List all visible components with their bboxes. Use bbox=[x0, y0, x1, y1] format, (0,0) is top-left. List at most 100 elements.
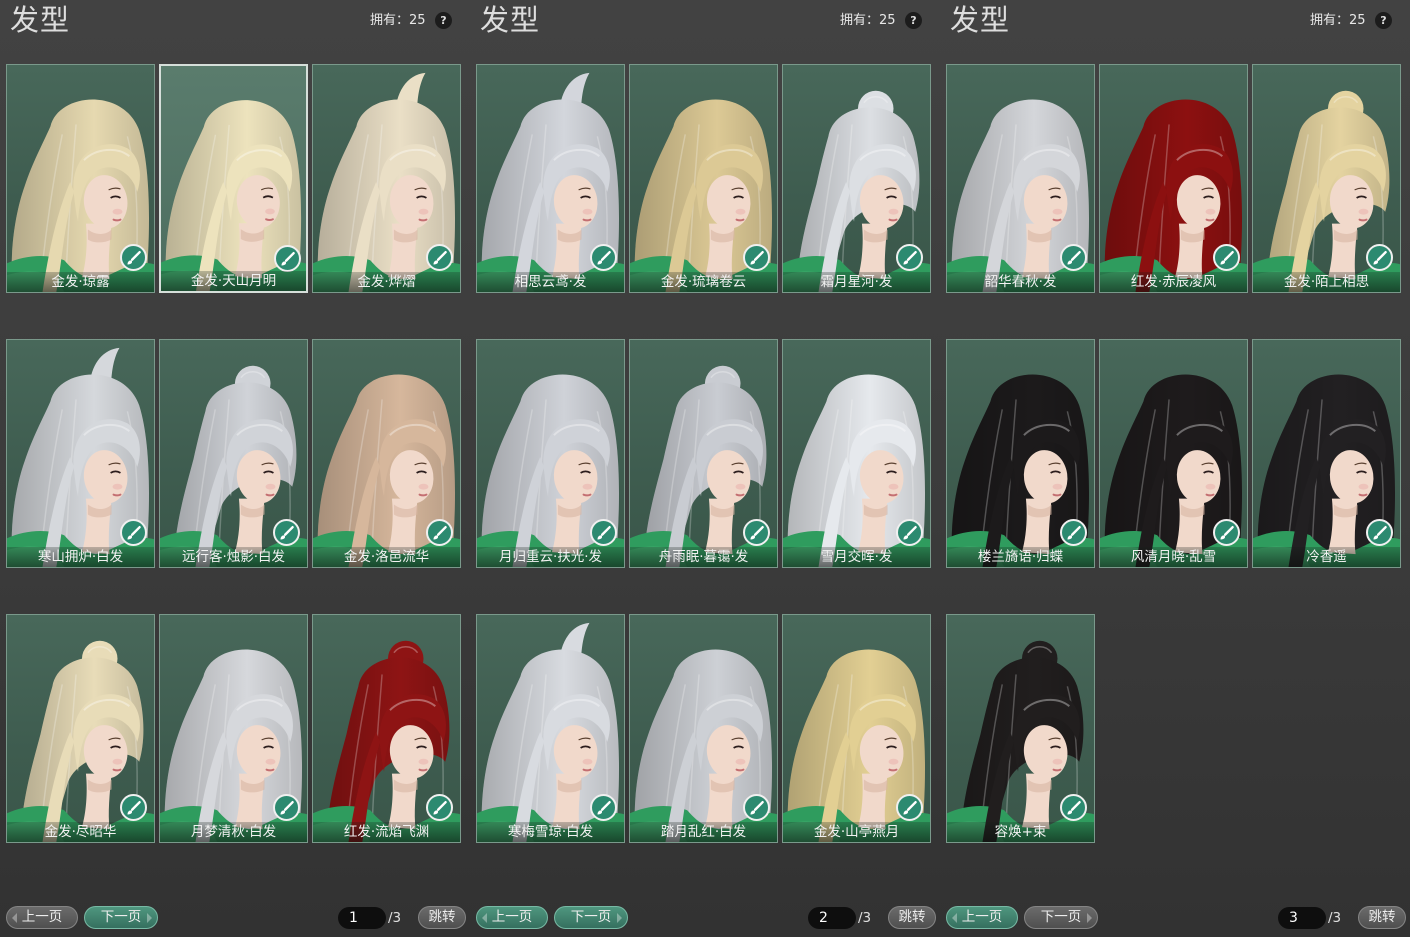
lips bbox=[888, 493, 898, 497]
brush-icon[interactable] bbox=[425, 518, 454, 547]
hairstyle-name: 月归重云·扶光·发 bbox=[477, 547, 624, 567]
brush-icon[interactable] bbox=[1212, 518, 1241, 547]
hairstyle-card[interactable]: 远行客·烛影·白发 bbox=[159, 339, 308, 568]
hairstyle-card[interactable]: 红发·赤辰凌风 bbox=[1099, 64, 1248, 293]
hairstyle-name: 月梦清秋·白发 bbox=[160, 822, 307, 842]
hairstyle-card[interactable]: 金发·天山月明 bbox=[159, 64, 308, 293]
page-number-input[interactable] bbox=[338, 907, 386, 929]
hairstyle-card[interactable]: 金发·琼露 bbox=[6, 64, 155, 293]
brush-icon[interactable] bbox=[589, 243, 618, 272]
hairstyle-card[interactable]: 霜月星河·发 bbox=[782, 64, 931, 293]
neck bbox=[234, 498, 265, 555]
hairstyle-name: 韶华春秋·发 bbox=[947, 272, 1094, 292]
brush-icon[interactable] bbox=[1212, 243, 1241, 272]
page-total: /3 bbox=[858, 910, 872, 926]
brush-icon[interactable] bbox=[895, 243, 924, 272]
hairstyle-card[interactable]: 金发·烨熠 bbox=[312, 64, 461, 293]
lips bbox=[265, 218, 274, 221]
lips bbox=[265, 493, 275, 497]
prev-page-button[interactable]: 上一页 bbox=[946, 906, 1018, 929]
hairstyle-card[interactable]: 红发·流焰飞渊 bbox=[312, 614, 461, 843]
brush-icon[interactable] bbox=[272, 793, 301, 822]
hairstyle-card[interactable]: 月归重云·扶光·发 bbox=[476, 339, 625, 568]
hairstyle-card[interactable]: 雪月交晖·发 bbox=[782, 339, 931, 568]
brush-icon[interactable] bbox=[742, 243, 771, 272]
help-button[interactable]: ? bbox=[435, 12, 452, 29]
hairstyle-card[interactable]: 楼兰旖语·归蝶 bbox=[946, 339, 1095, 568]
neck bbox=[1021, 773, 1052, 830]
help-button[interactable]: ? bbox=[1375, 12, 1392, 29]
lips bbox=[112, 768, 122, 772]
lips bbox=[418, 768, 428, 772]
hairstyle-wardrobe: 发型 拥有：25? 金发·琼露 金发·天山月明 金发·烨熠 寒山拥炉·白发 远行… bbox=[0, 0, 1410, 937]
lips bbox=[418, 493, 428, 497]
hairstyle-card[interactable]: 舟雨眠·暮霭·发 bbox=[629, 339, 778, 568]
next-page-button[interactable]: 下一页 bbox=[84, 906, 158, 929]
brush-icon[interactable] bbox=[273, 244, 302, 273]
hairstyle-card[interactable]: 月梦清秋·白发 bbox=[159, 614, 308, 843]
prev-page-button[interactable]: 上一页 bbox=[6, 906, 78, 929]
prev-page-button[interactable]: 上一页 bbox=[476, 906, 548, 929]
brush-icon[interactable] bbox=[895, 793, 924, 822]
hairstyle-card[interactable]: 金发·山亭燕月 bbox=[782, 614, 931, 843]
lips bbox=[1052, 493, 1062, 497]
hairstyle-name: 楼兰旖语·归蝶 bbox=[947, 547, 1094, 567]
brush-icon[interactable] bbox=[589, 793, 618, 822]
lips bbox=[112, 493, 122, 497]
brush-icon[interactable] bbox=[425, 793, 454, 822]
brush-icon[interactable] bbox=[742, 518, 771, 547]
lips bbox=[112, 218, 122, 222]
hairstyle-name: 踏月乱红·白发 bbox=[630, 822, 777, 842]
neck bbox=[857, 223, 888, 280]
hairstyle-name: 金发·尽昭华 bbox=[7, 822, 154, 842]
brush-icon[interactable] bbox=[425, 243, 454, 272]
page-total: /3 bbox=[1328, 910, 1342, 926]
brush-icon[interactable] bbox=[1365, 518, 1394, 547]
hairstyle-card[interactable]: 金发·琉璃卷云 bbox=[629, 64, 778, 293]
jump-button[interactable]: 跳转 bbox=[888, 906, 936, 929]
hairstyle-card[interactable]: 相思云鸢·发 bbox=[476, 64, 625, 293]
panel-title: 发型 bbox=[950, 3, 1011, 37]
jump-button[interactable]: 跳转 bbox=[418, 906, 466, 929]
hairstyle-card[interactable]: 容焕+束 bbox=[946, 614, 1095, 843]
hairstyle-card[interactable]: 风清月晓·乱雪 bbox=[1099, 339, 1248, 568]
jump-button[interactable]: 跳转 bbox=[1358, 906, 1406, 929]
owned-count: 拥有：25 bbox=[840, 13, 896, 28]
lips bbox=[735, 768, 745, 772]
next-page-button[interactable]: 下一页 bbox=[554, 906, 628, 929]
hairstyle-grid: 金发·琼露 金发·天山月明 金发·烨熠 寒山拥炉·白发 远行客·烛影·白发 金发… bbox=[6, 64, 461, 843]
brush-icon[interactable] bbox=[895, 518, 924, 547]
lips bbox=[265, 768, 275, 772]
brush-icon[interactable] bbox=[1059, 518, 1088, 547]
hairstyle-name: 金发·琼露 bbox=[7, 272, 154, 292]
brush-icon[interactable] bbox=[119, 518, 148, 547]
brush-icon[interactable] bbox=[742, 793, 771, 822]
hairstyle-card[interactable]: 寒山拥炉·白发 bbox=[6, 339, 155, 568]
hairstyle-card[interactable]: 金发·洛邑流华 bbox=[312, 339, 461, 568]
hairstyle-card[interactable]: 金发·尽昭华 bbox=[6, 614, 155, 843]
page-number-input[interactable] bbox=[1278, 907, 1326, 929]
hairstyle-name: 寒山拥炉·白发 bbox=[7, 547, 154, 567]
hairstyle-name: 冷香遥 bbox=[1253, 547, 1400, 567]
hairstyle-name: 金发·琉璃卷云 bbox=[630, 272, 777, 292]
lips bbox=[735, 493, 745, 497]
brush-icon[interactable] bbox=[272, 518, 301, 547]
hairstyle-card[interactable]: 金发·陌上相思 bbox=[1252, 64, 1401, 293]
hairstyle-card[interactable]: 寒梅雪琼·白发 bbox=[476, 614, 625, 843]
brush-icon[interactable] bbox=[119, 243, 148, 272]
lips bbox=[582, 493, 592, 497]
hairstyle-card[interactable]: 韶华春秋·发 bbox=[946, 64, 1095, 293]
brush-icon[interactable] bbox=[1059, 243, 1088, 272]
lips bbox=[735, 218, 745, 222]
brush-icon[interactable] bbox=[1365, 243, 1394, 272]
brush-icon[interactable] bbox=[119, 793, 148, 822]
next-page-button[interactable]: 下一页 bbox=[1024, 906, 1098, 929]
brush-icon[interactable] bbox=[589, 518, 618, 547]
lips bbox=[1358, 493, 1368, 497]
hairstyle-card[interactable]: 冷香遥 bbox=[1252, 339, 1401, 568]
lips bbox=[418, 218, 428, 222]
brush-icon[interactable] bbox=[1059, 793, 1088, 822]
page-number-input[interactable] bbox=[808, 907, 856, 929]
hairstyle-card[interactable]: 踏月乱红·白发 bbox=[629, 614, 778, 843]
help-button[interactable]: ? bbox=[905, 12, 922, 29]
